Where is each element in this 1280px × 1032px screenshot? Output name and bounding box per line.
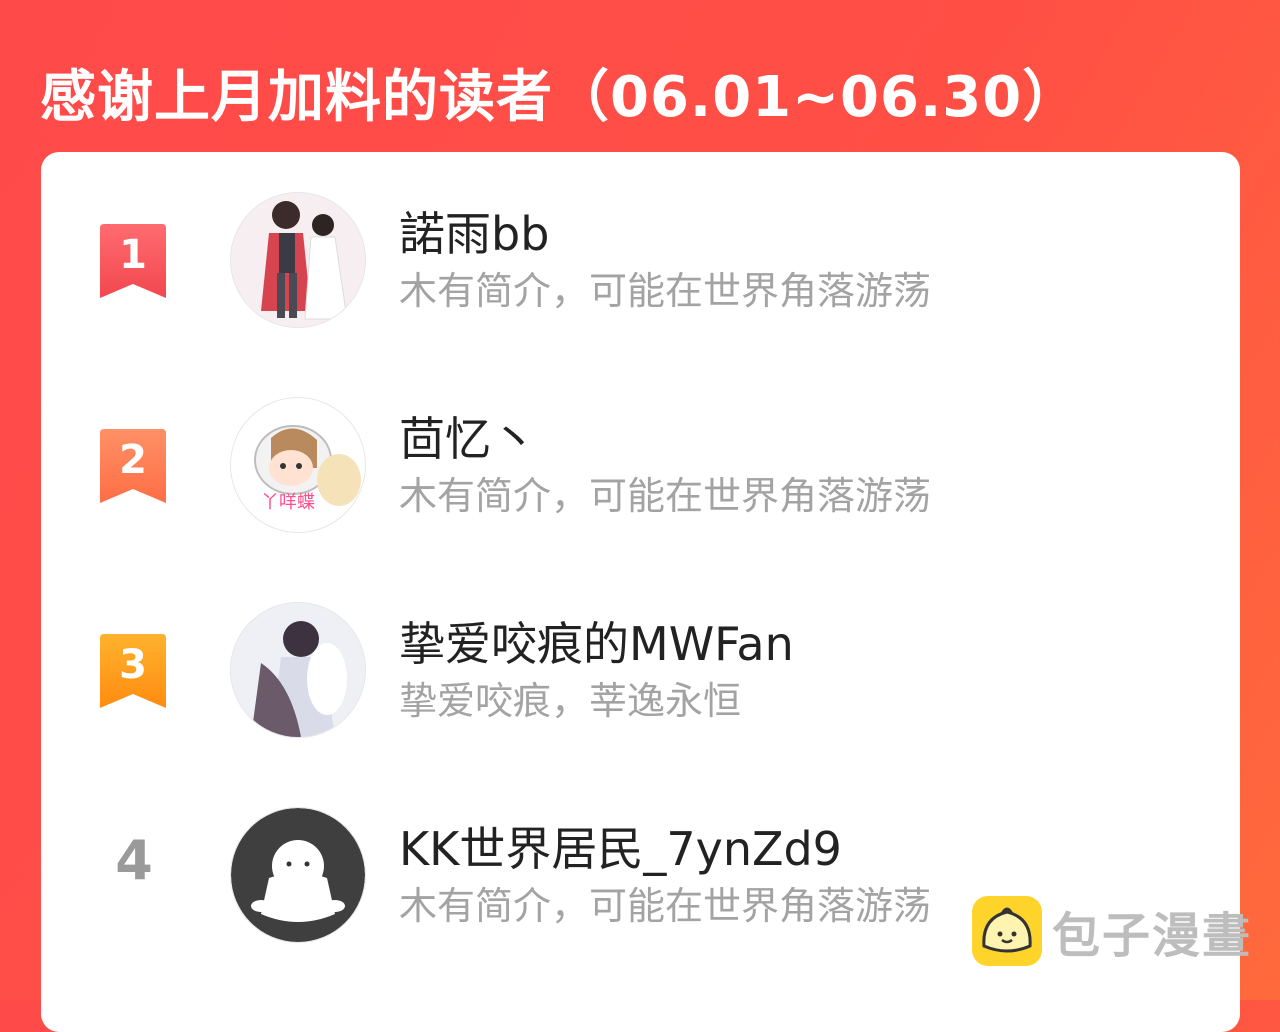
page-title: 感谢上月加料的读者（06.01~06.30） xyxy=(40,65,1080,130)
reader-bio: 挚爱咬痕，莘逸永恒 xyxy=(399,679,742,723)
reader-bio: 木有简介，可能在世界角落游荡 xyxy=(399,474,932,518)
watermark: 包子漫畫 xyxy=(972,896,1252,966)
avatar-label: 丫咩蝶 xyxy=(261,492,315,513)
reader-name[interactable]: KK世界居民_7ynZd9 xyxy=(399,813,842,879)
reader-row[interactable]: 2 丫咩蝶 茴忆丶 木有简介，可能在世界角落游荡 xyxy=(41,357,1240,562)
rank-badge-icon: 1 xyxy=(98,224,168,298)
reader-name[interactable]: 諾雨bb xyxy=(399,198,549,264)
rank-number: 1 xyxy=(119,232,147,278)
avatar[interactable] xyxy=(230,807,366,943)
avatar[interactable] xyxy=(230,602,366,738)
avatar[interactable] xyxy=(230,192,366,328)
avatar[interactable]: 丫咩蝶 xyxy=(230,397,366,533)
reader-name[interactable]: 茴忆丶 xyxy=(399,403,537,469)
rank-badge-icon: 2 xyxy=(98,429,168,503)
reader-bio: 木有简介，可能在世界角落游荡 xyxy=(399,269,932,313)
reader-name[interactable]: 挚爱咬痕的MWFan xyxy=(399,608,794,674)
rank-badge-icon: 3 xyxy=(98,634,168,708)
reader-bio: 木有简介，可能在世界角落游荡 xyxy=(399,884,932,928)
rank-number: 2 xyxy=(119,437,147,483)
rank-number: 3 xyxy=(119,642,147,688)
bun-logo-icon xyxy=(972,896,1042,966)
reader-row[interactable]: 1 諾雨bb 木有简介，可能在世界角落游荡 xyxy=(41,152,1240,357)
watermark-text: 包子漫畫 xyxy=(1052,908,1253,964)
rank-number: 4 xyxy=(115,829,153,892)
reader-row[interactable]: 3 挚爱咬痕的MWFan 挚爱咬痕，莘逸永恒 xyxy=(41,562,1240,767)
